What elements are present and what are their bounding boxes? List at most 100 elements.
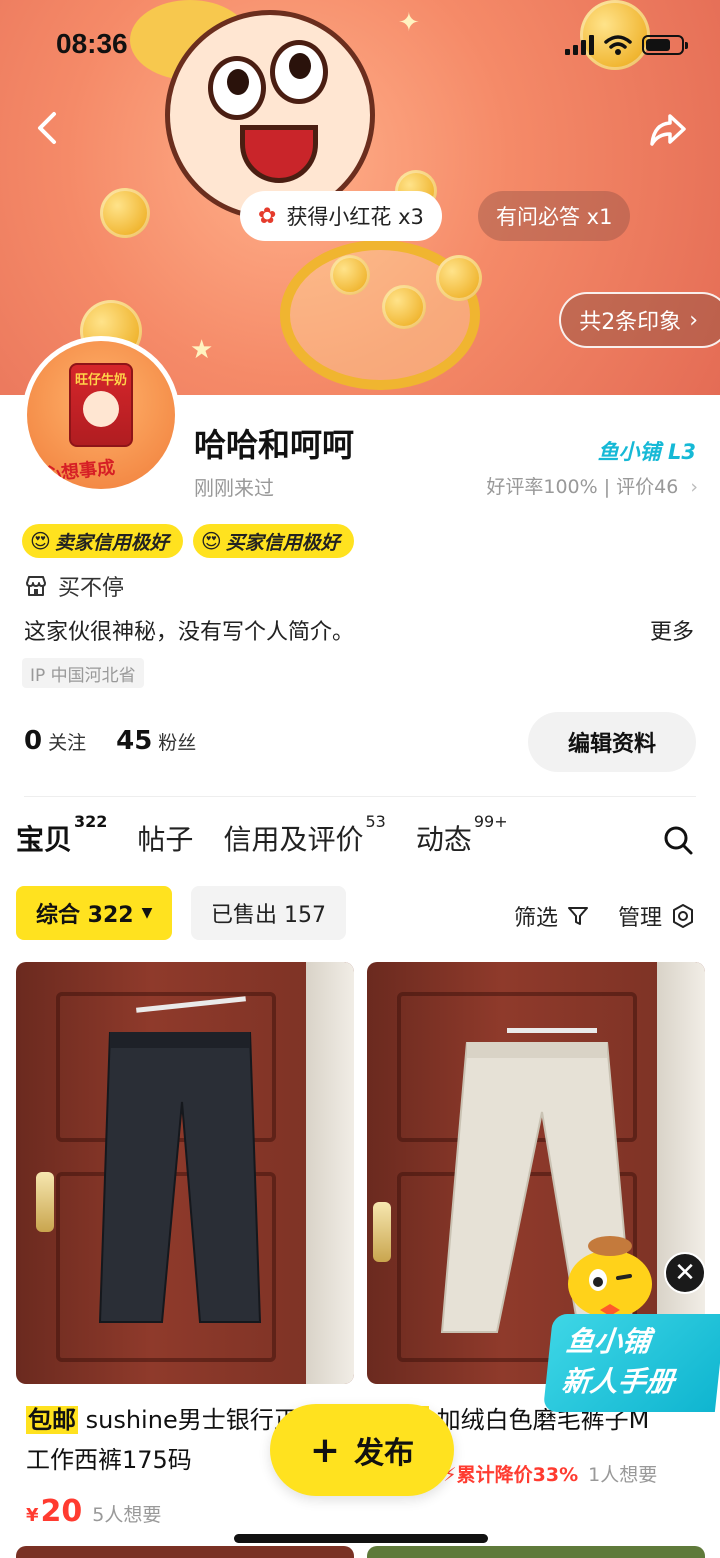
promo-banner[interactable]: 鱼小铺 新人手册 (542, 1314, 720, 1412)
last-seen: 刚刚来过 (194, 476, 274, 500)
tab-items[interactable]: 宝贝322 (16, 812, 107, 858)
sort-all-label: 综合 322 (36, 903, 134, 928)
bio: 这家伙很神秘，没有写个人简介。 (24, 620, 355, 645)
tab-credit-count: 53 (365, 811, 386, 831)
manage-label: 管理 (618, 906, 663, 931)
divider (24, 796, 696, 797)
coin-icon (100, 188, 150, 238)
filter-button[interactable]: 筛选 (514, 900, 590, 932)
promo-line2: 新人手册 (560, 1365, 676, 1398)
price-symbol: ¥ (26, 1505, 39, 1526)
door-handle (373, 1202, 391, 1262)
coin-icon (330, 255, 370, 295)
following-label[interactable]: 关注 (48, 728, 86, 755)
filter-row: 综合 322 ▼ 已售出 157 筛选 管理 (16, 886, 704, 940)
close-icon[interactable]: ✕ (664, 1252, 706, 1294)
username: 哈哈和呵呵 (194, 426, 355, 464)
banner-illustration (165, 10, 375, 220)
search-icon[interactable] (662, 824, 694, 856)
tab-posts[interactable]: 帖子 (137, 812, 193, 858)
item-price: ¥20 (26, 1494, 82, 1529)
answer-badge[interactable]: 有问必答 x1 (478, 191, 631, 241)
shop-level-badge[interactable]: 鱼小铺 L3 (598, 436, 696, 466)
chevron-right-icon: › (689, 307, 698, 333)
ip-location: IP 中国河北省 (22, 658, 144, 688)
answer-label: 有问必答 x1 (496, 205, 613, 229)
free-shipping-tag: 包邮 (26, 1406, 78, 1434)
impressions-button[interactable]: 共2条印象 › (559, 292, 720, 348)
back-icon[interactable] (28, 108, 68, 148)
avatar-can-face (83, 391, 119, 427)
caret-down-icon: ▼ (141, 905, 153, 921)
avatar[interactable]: 旺仔牛奶 心想事成 (22, 336, 180, 494)
price-value: 20 (40, 1494, 83, 1529)
share-icon[interactable] (646, 108, 690, 152)
wall (306, 962, 354, 1384)
chevron-right-icon: › (690, 476, 698, 498)
hanger (507, 1028, 597, 1033)
sort-all-chip[interactable]: 综合 322 ▼ (16, 886, 173, 940)
publish-button[interactable]: + 发布 (270, 1404, 454, 1496)
tab-posts-label: 帖子 (137, 823, 194, 856)
fans-label[interactable]: 粉丝 (158, 728, 196, 755)
avatar-can-label: 旺仔牛奶 (75, 373, 128, 388)
credit-tags: 😍 卖家信用极好 😍 买家信用极好 (22, 524, 354, 558)
filter-label: 筛选 (514, 906, 559, 931)
following-count[interactable]: 0 (24, 726, 42, 756)
tab-credit-label: 信用及评价 (223, 823, 364, 856)
item-image (16, 962, 354, 1384)
red-flower-label: 获得小红花 x3 (286, 205, 424, 229)
shop-tag[interactable]: 买不停 (24, 570, 124, 602)
fans-count[interactable]: 45 (116, 726, 152, 756)
store-icon (26, 576, 46, 596)
impressions-label: 共2条印象 (579, 310, 682, 335)
avatar-image: 旺仔牛奶 心想事成 (27, 341, 175, 489)
tab-activity-label: 动态 (415, 823, 472, 856)
promo-line1: 鱼小铺 (564, 1325, 653, 1358)
funnel-icon (568, 907, 589, 925)
tab-credit-reviews[interactable]: 信用及评价53 (223, 812, 385, 858)
rating-text: 好评率100% | 评价46 (486, 476, 679, 498)
buyer-credit-badge[interactable]: 😍 买家信用极好 (192, 524, 354, 558)
battery-icon (642, 35, 688, 55)
price-drop-text: 累计降价33% (456, 1464, 579, 1486)
star-icon: ★ (190, 335, 214, 365)
heart-eyes-icon: 😍 (200, 529, 222, 553)
banner-eye-right (270, 40, 328, 104)
avatar-caption: 心想事成 (42, 457, 117, 486)
sparkle-icon: ✦ (398, 8, 420, 38)
tab-items-count: 322 (74, 811, 108, 831)
flower-icon: ✿ (258, 203, 277, 229)
profile-tabs: 宝贝322 帖子 信用及评价53 动态99+ (16, 812, 538, 858)
status-icons (565, 34, 688, 56)
buyer-credit-label: 买家信用极好 (225, 531, 340, 554)
price-drop: ⚡累计降价33% (443, 1460, 578, 1487)
next-item-peek (16, 1546, 354, 1558)
wifi-icon (604, 35, 632, 55)
edit-profile-button[interactable]: 编辑资料 (528, 712, 696, 772)
manage-button[interactable]: 管理 (618, 900, 696, 932)
next-item-peek (367, 1546, 705, 1558)
item-price-row: ¥20 5人想要 (16, 1494, 354, 1529)
pants-image (98, 1032, 262, 1323)
mascot-icon[interactable] (560, 1232, 660, 1322)
rating-summary[interactable]: 好评率100% | 评价46 › (486, 472, 698, 499)
signal-icon (565, 35, 594, 55)
more-button[interactable]: 更多 (650, 614, 694, 646)
settings-icon (673, 904, 694, 928)
seller-credit-label: 卖家信用极好 (54, 531, 169, 554)
tab-items-label: 宝贝 (16, 823, 73, 856)
status-time: 08:36 (56, 28, 128, 59)
red-flower-badge[interactable]: ✿ 获得小红花 x3 (240, 191, 442, 241)
plus-icon: + (309, 1429, 341, 1471)
shop-tag-label: 买不停 (58, 576, 125, 601)
seller-credit-badge[interactable]: 😍 卖家信用极好 (22, 524, 183, 558)
tab-activity-count: 99+ (473, 811, 508, 831)
heart-eyes-icon: 😍 (30, 529, 51, 553)
sold-chip[interactable]: 已售出 157 (191, 886, 346, 940)
follow-stats: 0 关注 45 粉丝 (24, 726, 196, 756)
tab-activity[interactable]: 动态99+ (416, 812, 508, 858)
item-wants: 5人想要 (92, 1504, 162, 1526)
door-handle (36, 1172, 54, 1232)
home-indicator (234, 1534, 488, 1543)
